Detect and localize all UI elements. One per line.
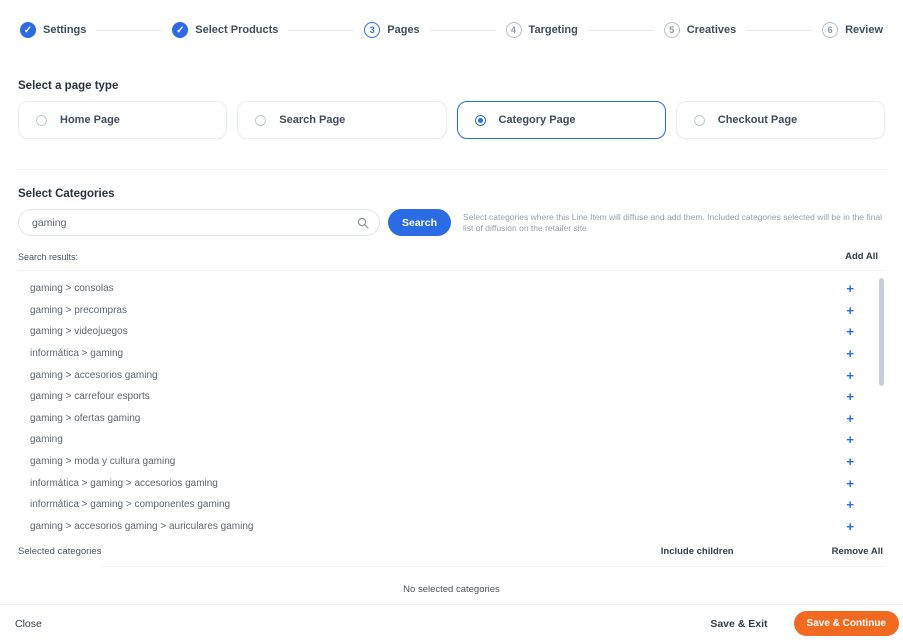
category-result-row: gaming > videojuegos + [18, 321, 885, 343]
selected-categories-title: Selected categories [18, 546, 102, 557]
add-category-button[interactable]: + [846, 520, 885, 533]
category-path: gaming > precompras [30, 304, 127, 316]
step-connector [429, 29, 496, 31]
step-number: 4 [505, 22, 522, 38]
page-type-label: Home Page [60, 114, 120, 126]
step-connector [96, 29, 163, 31]
search-button[interactable]: Search [388, 209, 452, 236]
step-number: 6 [822, 22, 839, 38]
step-pages[interactable]: 3 Pages [364, 22, 420, 38]
results-header: Search results: Add All [18, 251, 885, 262]
category-results-list: gaming > consolas + gaming > precompras … [18, 270, 885, 538]
categories-title: Select Categories [18, 188, 115, 200]
step-connector [746, 29, 813, 31]
category-path: gaming [30, 434, 63, 446]
page-type-title: Select a page type [18, 80, 119, 92]
category-result-row: gaming > consolas + [18, 278, 885, 300]
add-category-button[interactable]: + [846, 412, 885, 425]
page-type-label: Checkout Page [717, 114, 798, 126]
check-icon: ✓ [20, 22, 36, 38]
step-settings[interactable]: ✓ Settings [20, 22, 86, 38]
no-selected-categories-text: No selected categories [403, 584, 500, 595]
step-label: Review [845, 24, 884, 36]
page-type-search[interactable]: Search Page [237, 101, 447, 139]
category-path: gaming > moda y cultura gaming [30, 456, 176, 468]
add-all-button[interactable]: Add All [845, 251, 885, 262]
page-type-checkout[interactable]: Checkout Page [675, 101, 885, 139]
remove-all-button[interactable]: Remove All [832, 546, 885, 557]
category-path: informática > gaming > componentes gamin… [30, 499, 231, 511]
selected-categories-header: Selected categories Include children Rem… [18, 546, 885, 557]
add-category-button[interactable]: + [846, 433, 885, 446]
wizard-stepper: ✓ Settings ✓ Select Products 3 Pages 4 T… [0, 0, 903, 38]
category-result-row: gaming > ofertas gaming + [18, 408, 885, 430]
category-result-row: gaming > accesorios gaming + [18, 364, 885, 386]
radio-icon [36, 114, 47, 126]
step-select-products[interactable]: ✓ Select Products [172, 22, 278, 38]
page-type-label: Category Page [498, 114, 576, 126]
category-result-row: gaming > precompras + [18, 300, 885, 322]
category-path: gaming > ofertas gaming [30, 412, 141, 424]
category-result-row: gaming > carrefour esports + [18, 386, 885, 408]
category-result-row: gaming + [18, 429, 885, 451]
page-type-label: Search Page [279, 114, 346, 126]
step-connector [587, 29, 654, 31]
step-targeting[interactable]: 4 Targeting [505, 22, 578, 38]
category-path: informática > gaming > accesorios gaming [30, 477, 218, 489]
categories-helper-text: Select categories where this Line Item w… [463, 211, 882, 233]
category-path: gaming > consolas [30, 283, 114, 295]
section-divider [18, 169, 885, 170]
close-button[interactable]: Close [15, 618, 42, 630]
step-label: Select Products [195, 24, 279, 36]
category-result-row: informática > gaming > accesorios gaming… [18, 472, 885, 494]
save-exit-button[interactable]: Save & Exit [710, 618, 767, 630]
category-search-input[interactable] [18, 209, 380, 236]
step-connector [288, 29, 355, 31]
radio-selected-icon [474, 114, 486, 126]
page-type-options: Home Page Search Page Category Page Chec… [18, 101, 885, 139]
category-path: gaming > accesorios gaming [30, 369, 158, 381]
category-path: gaming > carrefour esports [30, 391, 150, 403]
search-input-wrap [18, 209, 380, 236]
selected-divider [100, 566, 885, 567]
step-label: Creatives [686, 24, 737, 36]
results-title: Search results: [18, 251, 79, 262]
wizard-footer: Close Save & Exit Save & Continue [0, 604, 903, 642]
category-result-row: gaming > accesorios gaming > auriculares… [18, 516, 885, 538]
step-number: 5 [663, 22, 680, 38]
category-result-row: informática > gaming > componentes gamin… [18, 494, 885, 516]
add-category-button[interactable]: + [846, 477, 885, 490]
step-label: Settings [43, 24, 87, 36]
add-category-button[interactable]: + [846, 498, 885, 511]
search-icon [357, 216, 369, 234]
radio-icon [255, 114, 267, 126]
radio-icon [693, 114, 705, 126]
page-type-section: Select a page type Home Page Search Page… [0, 80, 903, 139]
category-path: informática > gaming [30, 348, 124, 360]
category-result-row: gaming > moda y cultura gaming + [18, 451, 885, 473]
include-children-label: Include children [660, 546, 734, 557]
save-continue-button[interactable]: Save & Continue [793, 611, 899, 636]
category-path: gaming > videojuegos [30, 326, 128, 338]
category-search-row: Search Select categories where this Line… [18, 209, 885, 236]
add-category-button[interactable]: + [846, 455, 885, 468]
step-label: Pages [387, 24, 420, 36]
step-review[interactable]: 6 Review [822, 22, 883, 38]
page-type-category[interactable]: Category Page [456, 101, 666, 139]
step-label: Targeting [528, 24, 578, 36]
results-scrollbar[interactable] [879, 278, 884, 386]
check-icon: ✓ [172, 22, 189, 38]
categories-section: Select Categories Search Select categori… [0, 188, 903, 538]
category-result-row: informática > gaming + [18, 343, 885, 365]
category-path: gaming > accesorios gaming > auriculares… [30, 520, 254, 532]
add-category-button[interactable]: + [846, 390, 885, 403]
step-number: 3 [364, 22, 381, 38]
page-type-home[interactable]: Home Page [18, 101, 228, 139]
step-creatives[interactable]: 5 Creatives [663, 22, 737, 38]
